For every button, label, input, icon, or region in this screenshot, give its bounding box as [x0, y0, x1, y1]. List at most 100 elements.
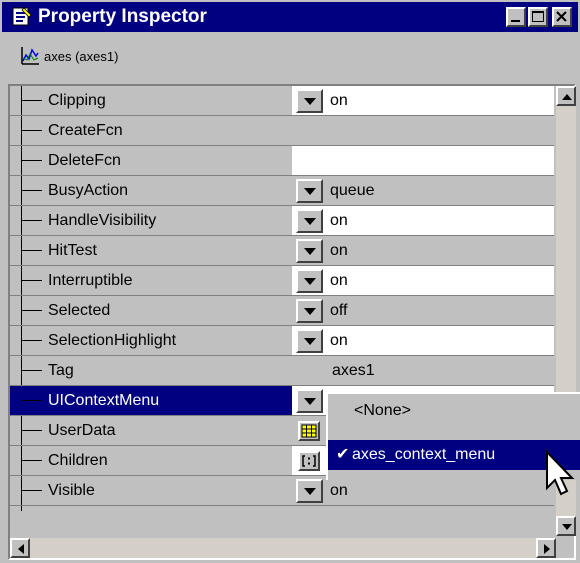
property-row-selectionhighlight[interactable]: SelectionHighlight on: [10, 326, 554, 356]
property-name: CreateFcn: [48, 122, 123, 139]
property-name: HitTest: [48, 242, 97, 259]
dropdown-arrow-icon[interactable]: [296, 479, 323, 503]
property-name-cell[interactable]: Visible: [10, 476, 292, 506]
property-value-cell[interactable]: on: [292, 266, 554, 296]
property-name: Tag: [48, 362, 74, 379]
dropdown-arrow-icon[interactable]: [296, 179, 323, 203]
object-header: axes (axes1): [2, 34, 578, 80]
property-value: on: [330, 242, 348, 259]
tree-branch: [22, 340, 42, 341]
property-value: on: [330, 212, 348, 229]
property-value: on: [330, 332, 348, 349]
property-value-cell[interactable]: queue: [292, 176, 554, 206]
property-name: Interruptible: [48, 272, 133, 289]
tree-branch: [22, 130, 42, 131]
property-value: queue: [330, 182, 375, 199]
scroll-left-icon[interactable]: [10, 538, 30, 558]
property-row-deletefcn[interactable]: DeleteFcn: [10, 146, 554, 176]
property-name-cell[interactable]: DeleteFcn: [10, 146, 292, 176]
property-name: BusyAction: [48, 182, 129, 199]
property-value-cell[interactable]: [292, 116, 554, 146]
tree-branch: [22, 250, 42, 251]
property-name-cell[interactable]: UserData: [10, 416, 292, 446]
property-inspector-icon: [12, 7, 32, 27]
scroll-down-icon[interactable]: [556, 516, 576, 536]
property-row-hittest[interactable]: HitTest on: [10, 236, 554, 266]
tree-branch: [22, 220, 42, 221]
dropdown-arrow-icon[interactable]: [296, 299, 323, 323]
property-row-createfcn[interactable]: CreateFcn: [10, 116, 554, 146]
property-value: on: [330, 92, 348, 109]
property-row-interruptible[interactable]: Interruptible on: [10, 266, 554, 296]
dropdown-arrow-icon[interactable]: [296, 269, 323, 293]
tree-branch: [22, 100, 42, 101]
property-value: axes1: [332, 362, 375, 379]
property-row-selected[interactable]: Selected off: [10, 296, 554, 326]
dropdown-arrow-icon[interactable]: [296, 89, 323, 113]
selected-object-label: axes (axes1): [44, 49, 119, 64]
scroll-right-icon[interactable]: [536, 538, 556, 558]
dropdown-option-none[interactable]: <None>: [328, 396, 580, 426]
property-value-cell[interactable]: axes1: [292, 356, 554, 386]
property-name: Children: [48, 452, 108, 469]
dropdown-arrow-icon[interactable]: [296, 239, 323, 263]
property-value: off: [330, 302, 348, 319]
horizontal-scrollbar[interactable]: [10, 538, 556, 558]
maximize-icon[interactable]: [528, 7, 548, 27]
property-value-cell[interactable]: on: [292, 476, 554, 506]
option-label: <None>: [354, 402, 411, 419]
property-row-handlevisibility[interactable]: HandleVisibility on: [10, 206, 554, 236]
tree-branch: [22, 490, 42, 491]
property-name-cell[interactable]: Interruptible: [10, 266, 292, 296]
grid-editor-icon[interactable]: [298, 421, 320, 441]
property-name: Selected: [48, 302, 111, 319]
dropdown-option-axes-context-menu[interactable]: ✔ axes_context_menu: [328, 440, 580, 470]
property-name-cell[interactable]: HandleVisibility: [10, 206, 292, 236]
tree-branch: [22, 310, 42, 311]
property-value: on: [330, 272, 348, 289]
checkmark-icon: ✔: [336, 446, 350, 463]
dropdown-arrow-icon[interactable]: [296, 209, 323, 233]
property-value-cell[interactable]: on: [292, 326, 554, 356]
property-value-cell[interactable]: off: [292, 296, 554, 326]
property-name: Clipping: [48, 92, 106, 109]
mouse-pointer-icon: [544, 449, 578, 500]
property-row-clipping[interactable]: Clipping on: [10, 86, 554, 116]
property-name-cell[interactable]: SelectionHighlight: [10, 326, 292, 356]
tree-branch: [22, 430, 42, 431]
array-editor-icon[interactable]: [298, 451, 320, 471]
dropdown-arrow-icon[interactable]: [296, 389, 323, 413]
property-name-cell[interactable]: Clipping: [10, 86, 292, 116]
property-value-cell[interactable]: on: [292, 86, 554, 116]
minimize-icon[interactable]: [506, 7, 526, 27]
tree-branch: [22, 460, 42, 461]
property-name-cell[interactable]: Selected: [10, 296, 292, 326]
property-name-cell[interactable]: Children: [10, 446, 292, 476]
property-name-cell[interactable]: CreateFcn: [10, 116, 292, 146]
property-name: Visible: [48, 482, 95, 499]
title-bar[interactable]: Property Inspector: [2, 2, 578, 32]
property-name: DeleteFcn: [48, 152, 121, 169]
property-name-cell[interactable]: HitTest: [10, 236, 292, 266]
tree-branch: [22, 190, 42, 191]
window-title: Property Inspector: [38, 6, 207, 27]
property-name-cell[interactable]: UIContextMenu: [10, 386, 292, 416]
context-menu-dropdown-list[interactable]: <None> ✔ axes_context_menu: [326, 392, 580, 480]
property-value-cell[interactable]: on: [292, 236, 554, 266]
scroll-up-icon[interactable]: [556, 86, 576, 106]
tree-branch: [22, 160, 42, 161]
close-icon[interactable]: [552, 7, 572, 27]
property-value: on: [330, 482, 348, 499]
property-name: UIContextMenu: [48, 392, 160, 409]
property-inspector-window: Property Inspector axes (axes1) Clipping…: [0, 0, 580, 563]
dropdown-arrow-icon[interactable]: [296, 329, 323, 353]
property-value-cell[interactable]: [292, 146, 554, 176]
property-row-tag[interactable]: Tag axes1: [10, 356, 554, 386]
property-name-cell[interactable]: BusyAction: [10, 176, 292, 206]
property-row-busyaction[interactable]: BusyAction queue: [10, 176, 554, 206]
property-value-cell[interactable]: on: [292, 206, 554, 236]
property-name: UserData: [48, 422, 116, 439]
axes-icon: [20, 46, 40, 66]
property-row-visible[interactable]: Visible on: [10, 476, 554, 506]
property-name-cell[interactable]: Tag: [10, 356, 292, 386]
